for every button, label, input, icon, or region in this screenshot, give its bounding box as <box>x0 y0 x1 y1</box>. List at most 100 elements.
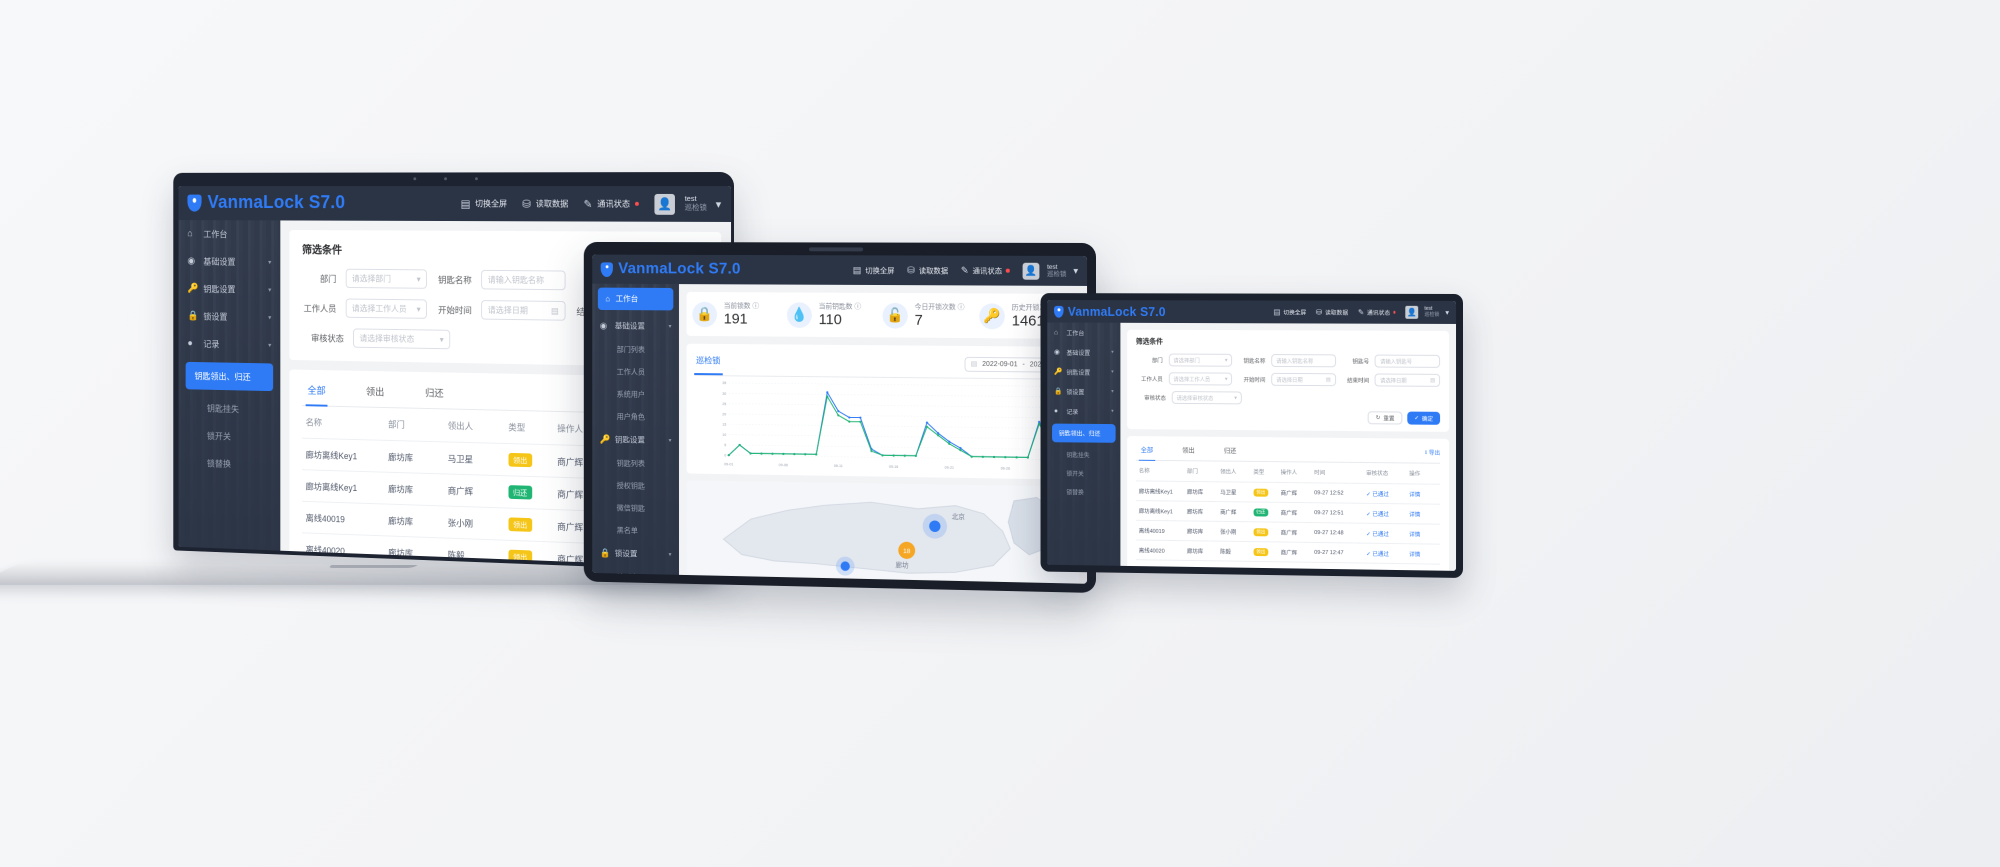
action-comm-status[interactable]: ✎ 通讯状态 <box>584 197 639 210</box>
cell-operator: 商广辉 <box>1280 490 1298 497</box>
sidebar-subitem-lock-replace[interactable]: 锁替换 <box>1047 482 1120 502</box>
cell-action[interactable]: 详情 <box>1406 544 1440 564</box>
chevron-down-icon: ▾ <box>1111 368 1114 375</box>
home-icon: ⌂ <box>605 294 610 304</box>
sidebar-subitem-key-loss[interactable]: 钥匙挂失 <box>179 394 281 424</box>
sidebar-item-workbench[interactable]: ⌂ 工作台 <box>597 287 674 311</box>
sidebar-item-basic-settings[interactable]: ◉ 基础设置 ▾ <box>1047 342 1120 362</box>
action-comm-status[interactable]: ✎ 通讯状态 <box>1358 308 1396 317</box>
sidebar-item-basic-settings[interactable]: ◉ 基础设置 ▾ <box>179 247 281 275</box>
sidebar-item-basic-settings[interactable]: ◉ 基础设置 ▾ <box>592 314 679 339</box>
sidebar-item-records[interactable]: ● 记录 ▾ <box>1047 401 1120 421</box>
sidebar-subitem-lock-list[interactable]: 锁列表 <box>592 565 679 579</box>
chevron-down-icon: ▾ <box>1224 357 1228 364</box>
user-menu[interactable]: 👤 test 巡检锁 ▾ <box>1022 262 1078 280</box>
action-fullscreen[interactable]: ▤ 切换全屏 <box>461 197 508 210</box>
end-date-picker[interactable]: 请选择日期▤ <box>1375 373 1441 387</box>
tab-all[interactable]: 全部 <box>306 376 328 406</box>
stat-card-current-keys: 💧 当前钥匙数 ⓘ 110 <box>786 301 879 328</box>
sidebar-subitem-lock-replace[interactable]: 锁替换 <box>179 449 281 480</box>
action-fullscreen[interactable]: ▤ 切换全屏 <box>1273 307 1306 316</box>
sidebar-item-lock-settings[interactable]: 🔒 锁设置 ▾ <box>592 541 679 567</box>
user-avatar-icon: 👤 <box>1405 305 1419 319</box>
sidebar-subitem-auth-key[interactable]: 授权钥匙 <box>592 474 679 498</box>
sidebar-subitem-key-loss[interactable]: 钥匙挂失 <box>1047 445 1120 464</box>
dept-select[interactable]: 请选择部门 ▾ <box>345 268 428 289</box>
info-icon[interactable]: ⓘ <box>854 304 861 311</box>
sidebar-item-key-settings[interactable]: 🔑 钥匙设置 ▾ <box>1047 362 1120 382</box>
col-dept: 部门 <box>388 419 405 430</box>
tab-all[interactable]: 全部 <box>1139 440 1155 460</box>
sidebar-item-records[interactable]: ● 记录 ▾ <box>179 330 281 359</box>
sidebar-inner: ⌂ 工作台 ◉ 基础设置 ▾ 🔑 钥匙设置 ▾ 🔒 锁设置 ▾ ● 记录 ▾ 钥… <box>1047 323 1120 502</box>
tab-checkout[interactable]: 领出 <box>364 377 386 407</box>
sidebar-subitem-dept-list[interactable]: 部门列表 <box>592 338 679 361</box>
cell-action[interactable]: 详情 <box>1406 484 1440 504</box>
cell-type: 领出 <box>1250 542 1277 562</box>
export-button[interactable]: ⭳ 导出 <box>1425 448 1440 458</box>
cell-action[interactable]: 详情 <box>1406 504 1440 524</box>
staff-select[interactable]: 请选择工作人员 ▾ <box>1168 372 1233 386</box>
chevron-down-icon: ▾ <box>416 303 421 314</box>
field-label-audit-status: 审核状态 <box>311 333 344 344</box>
action-read-data[interactable]: ⛁ 读取数据 <box>522 197 568 210</box>
sidebar-subitem-lock-switch[interactable]: 锁开关 <box>1047 464 1120 483</box>
action-fullscreen[interactable]: ▤ 切换全屏 <box>853 265 895 276</box>
brand-logo: VanmaLock S7.0 <box>1053 304 1166 319</box>
key-no-input[interactable]: 请输入钥匙号 <box>1375 354 1441 368</box>
cell-time: 09-27 12:47 <box>1314 549 1344 556</box>
sidebar-subitem-blacklist[interactable]: 黑名单 <box>592 519 679 543</box>
action-read-data[interactable]: ⛁ 读取数据 <box>907 265 948 276</box>
sidebar-subitem-lock-switch[interactable]: 锁开关 <box>179 421 281 451</box>
sidebar-subitem-system-user[interactable]: 系统用户 <box>592 383 679 406</box>
sidebar-subitem-key-checkout-return[interactable]: 钥匙领出、归还 <box>185 361 274 392</box>
stat-label: 今日开锁次数 ⓘ <box>914 303 965 312</box>
reset-button[interactable]: ↻ 重置 <box>1367 411 1403 425</box>
start-date-picker[interactable]: 请选择日期 ▤ <box>1271 372 1336 387</box>
sidebar-item-lock-settings[interactable]: 🔒 锁设置 ▾ <box>179 302 281 331</box>
dept-select[interactable]: 请选择部门 ▾ <box>1168 353 1233 367</box>
col-operator: 操作人 <box>1280 470 1298 477</box>
audit-status-select[interactable]: 请选择审核状态 ▾ <box>353 328 451 350</box>
cell-type: 归还 <box>504 476 553 510</box>
audit-status-select[interactable]: 请选择审核状态 ▾ <box>1171 391 1242 405</box>
filter-panel: 筛选条件 部门 请选择部门▾ 钥匙名称 请输入钥匙名称 钥匙号 请输入钥匙号 工… <box>1127 329 1450 432</box>
sidebar-subitem-staff[interactable]: 工作人员 <box>592 360 679 383</box>
sidebar-subitem-wechat-key[interactable]: 微信钥匙 <box>592 496 679 520</box>
key-name-input[interactable]: 请输入钥匙名称 <box>481 269 566 291</box>
action-comm-status[interactable]: ✎ 通讯状态 <box>961 265 1010 276</box>
sidebar-item-key-settings[interactable]: 🔑 钥匙设置 ▾ <box>592 427 679 453</box>
key-name-input[interactable]: 请输入钥匙名称 <box>1271 354 1336 368</box>
cell-person: 马卫星 <box>1220 489 1237 496</box>
user-menu[interactable]: 👤 test 巡检锁 ▾ <box>654 193 721 215</box>
field-label-key-name: 钥匙名称 <box>1243 358 1266 365</box>
app-header: VanmaLock S7.0 ▤ 切换全屏 ⛁ 读取数据 ✎ 通讯状态 👤 te… <box>1047 299 1457 324</box>
svg-text:09-01: 09-01 <box>724 462 733 466</box>
tab-checkout[interactable]: 领出 <box>1180 440 1196 460</box>
tab-return[interactable]: 归还 <box>1222 441 1238 461</box>
tab-return[interactable]: 归还 <box>423 378 445 409</box>
sidebar: ⌂ 工作台 ◉ 基础设置 ▾ 🔑 钥匙设置 ▾ 🔒 锁设置 ▾ ● 记录 ▾ 钥… <box>1047 322 1121 566</box>
sidebar-item-lock-settings[interactable]: 🔒 锁设置 ▾ <box>1047 381 1120 401</box>
tab-patrol-lock[interactable]: 巡检锁 <box>694 349 722 375</box>
sidebar-item-workbench[interactable]: ⌂ 工作台 <box>179 220 281 248</box>
svg-text:20: 20 <box>722 412 726 416</box>
map-label-beijing: 北京 <box>952 512 966 521</box>
sidebar-subitem-user-role[interactable]: 用户角色 <box>592 405 679 428</box>
info-icon[interactable]: ⓘ <box>958 304 965 311</box>
sidebar-item-workbench[interactable]: ⌂ 工作台 <box>1047 323 1120 343</box>
action-read-data[interactable]: ⛁ 读取数据 <box>1316 308 1348 317</box>
sidebar-subitem-key-list[interactable]: 钥匙列表 <box>592 452 679 476</box>
start-date-picker[interactable]: 请选择日期 ▤ <box>481 300 566 321</box>
user-menu[interactable]: 👤 test 巡检锁 ▾ <box>1405 305 1449 319</box>
sidebar-subitem-key-checkout-return[interactable]: 钥匙领出、归还 <box>1052 423 1116 443</box>
stat-card-current-locks: 🔒 当前锁数 ⓘ 191 <box>692 301 783 328</box>
sidebar-item-key-settings[interactable]: 🔑 钥匙设置 ▾ <box>179 275 281 304</box>
info-icon[interactable]: ⓘ <box>752 303 759 310</box>
cell-action[interactable]: 详情 <box>1406 564 1440 571</box>
cell-action[interactable]: 详情 <box>1406 524 1440 544</box>
map-panel: 18 北京 廊坊 <box>686 480 1080 583</box>
staff-select[interactable]: 请选择工作人员 ▾ <box>345 298 428 319</box>
cell-type: 领出 <box>1250 482 1277 502</box>
confirm-button[interactable]: ✓ 确定 <box>1407 411 1441 425</box>
